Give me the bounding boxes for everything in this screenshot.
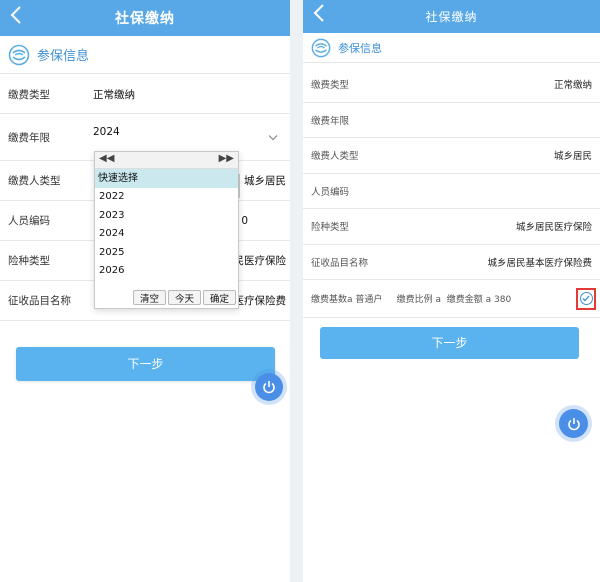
app-header: 社保缴纳 <box>303 0 600 33</box>
row-value: 0 <box>241 214 248 227</box>
row-payment-year[interactable]: 缴费年限 <box>303 103 600 138</box>
power-icon[interactable] <box>255 373 283 401</box>
check-circle <box>579 292 593 305</box>
row-label: 人员编码 <box>8 215 50 227</box>
year-option[interactable]: 2024 <box>95 225 238 244</box>
row-value: 医疗保险费 <box>233 295 287 307</box>
row-label: 缴费人类型 <box>8 175 61 187</box>
year-option[interactable]: 2025 <box>95 244 238 263</box>
row-payment-type[interactable]: 缴费类型 正常缴纳 <box>303 67 600 103</box>
row-insurance-type[interactable]: 险种类型 城乡居民医疗保险 <box>303 209 600 245</box>
year-option[interactable]: 2022 <box>95 188 238 207</box>
right-screen: 社保缴纳 参保信息 缴费类型 正常缴纳 缴费年限 缴费人类型 城乡居民 人员编码… <box>303 0 600 582</box>
chevron-left-icon[interactable] <box>313 4 325 25</box>
quick-select-item[interactable]: 快速选择 <box>95 169 238 188</box>
row-label: 征收品目名称 <box>8 295 71 307</box>
row-label: 人员编码 <box>311 186 350 198</box>
social-security-logo-icon <box>311 38 331 57</box>
confirm-button[interactable]: 确定 <box>203 290 236 305</box>
row-label: 征收品目名称 <box>311 257 369 269</box>
row-value: 正常缴纳 <box>553 80 592 92</box>
row-person-code[interactable]: 人员编码 <box>303 174 600 209</box>
left-screen: 社保缴纳 参保信息 缴费类型 正常缴纳 缴费年限 2024 缴费人类型 城乡居民… <box>0 0 290 582</box>
clear-button[interactable]: 清空 <box>133 290 166 305</box>
chevron-left-icon[interactable] <box>10 6 22 27</box>
year-select-value[interactable]: 2024 <box>93 126 120 138</box>
chevron-down-icon[interactable] <box>268 131 278 144</box>
payment-base-text: 缴费基数a 普通户 缴费比例 a 缴费金额 a 380 <box>311 295 512 305</box>
row-payment-base[interactable]: 缴费基数a 普通户 缴费比例 a 缴费金额 a 380 <box>303 280 600 318</box>
row-label: 缴费年限 <box>311 115 350 127</box>
row-value: 城乡居民基本医疗保险费 <box>487 257 592 269</box>
row-payment-type[interactable]: 缴费类型 正常缴纳 <box>0 76 290 114</box>
section-title: 参保信息 <box>338 41 382 55</box>
row-value: 城乡居民 <box>244 175 286 187</box>
row-value: 民医疗保险 <box>233 255 287 267</box>
next-button[interactable]: 下一步 <box>320 327 579 359</box>
section-header: 参保信息 <box>303 33 600 63</box>
year-option[interactable]: 2023 <box>95 207 238 226</box>
row-value: 正常缴纳 <box>93 89 135 101</box>
row-collection-item[interactable]: 征收品目名称 城乡居民基本医疗保险费 <box>303 245 600 280</box>
row-label: 缴费类型 <box>8 89 50 101</box>
year-picker: ◀◀ ▶▶ 快速选择 2022 2023 2024 2025 2026 清空 今… <box>94 151 239 309</box>
row-value: 城乡居民 <box>553 151 592 163</box>
picker-actions: 清空 今天 确定 <box>95 290 238 308</box>
social-security-logo-icon <box>8 44 30 65</box>
row-value: 城乡居民医疗保险 <box>515 222 592 234</box>
row-label: 缴费人类型 <box>311 151 359 163</box>
page-title: 社保缴纳 <box>425 10 478 24</box>
section-title: 参保信息 <box>37 49 90 64</box>
picker-nav: ◀◀ ▶▶ <box>95 152 238 169</box>
section-header: 参保信息 <box>0 36 290 74</box>
checkmark-icon[interactable] <box>576 287 596 310</box>
today-button[interactable]: 今天 <box>168 290 201 305</box>
next-page-icon[interactable]: ▶▶ <box>219 153 234 164</box>
picker-scrollbar[interactable] <box>238 174 240 198</box>
next-button[interactable]: 下一步 <box>16 347 275 381</box>
row-label: 险种类型 <box>311 222 350 234</box>
app-header: 社保缴纳 <box>0 0 290 36</box>
power-icon[interactable] <box>559 409 588 438</box>
year-option[interactable]: 2026 <box>95 262 238 281</box>
prev-page-icon[interactable]: ◀◀ <box>99 153 114 164</box>
row-payer-type[interactable]: 缴费人类型 城乡居民 <box>303 138 600 174</box>
page-title: 社保缴纳 <box>115 11 175 27</box>
row-label: 缴费年限 <box>8 131 50 144</box>
row-label: 险种类型 <box>8 255 50 267</box>
row-label: 缴费类型 <box>311 80 350 92</box>
